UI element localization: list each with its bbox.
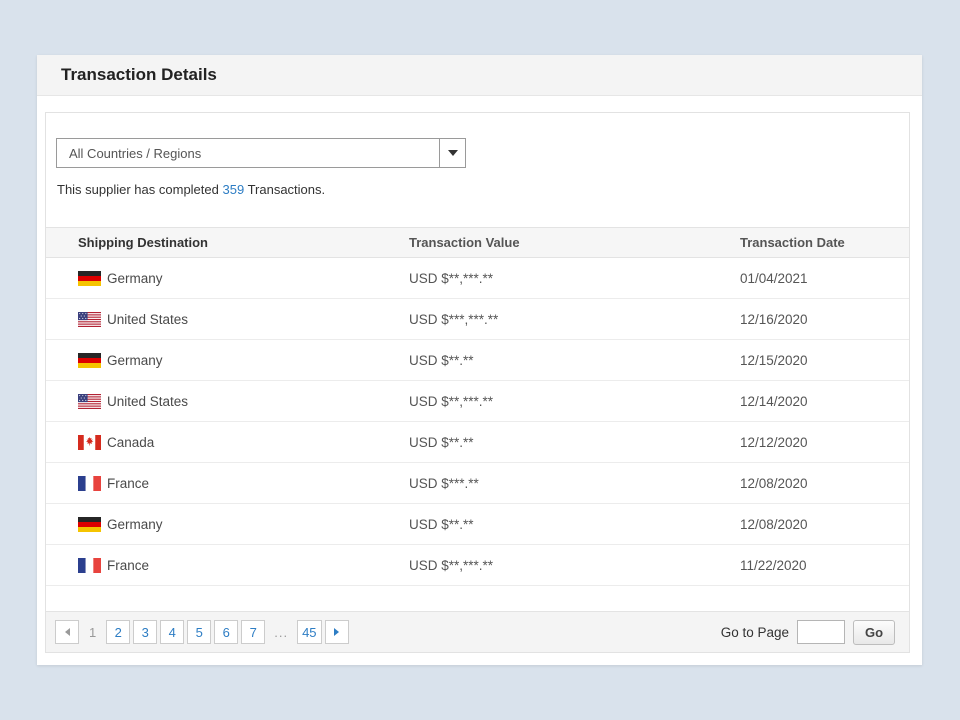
panel-header: Transaction Details [37,55,922,96]
country-flag-icon [78,558,101,573]
transaction-value: USD $***.** [409,476,740,491]
transaction-value: USD $**.** [409,517,740,532]
transaction-date: 12/08/2020 [740,476,909,491]
country-name: United States [107,394,188,409]
page-link-7[interactable]: 7 [241,620,265,644]
table-row: France USD $***.** 12/08/2020 [46,463,909,504]
transaction-value: USD $**.** [409,435,740,450]
next-page-button[interactable] [325,620,349,644]
country-flag-icon [78,312,101,327]
country-name: Germany [107,353,163,368]
country-name: United States [107,312,188,327]
current-page: 1 [89,625,96,640]
page-link-last[interactable]: 45 [297,620,321,644]
transaction-date: 12/08/2020 [740,517,909,532]
country-flag-icon [78,271,101,286]
country-flag-icon [78,517,101,532]
go-button[interactable]: Go [853,620,895,645]
country-name: Canada [107,435,154,450]
transaction-date: 01/04/2021 [740,271,909,286]
country-flag-icon [78,353,101,368]
page-link-3[interactable]: 3 [133,620,157,644]
transaction-value: USD $**,***.** [409,394,740,409]
page-link-5[interactable]: 5 [187,620,211,644]
transaction-details-panel: Transaction Details All Countries / Regi… [37,55,922,665]
country-name: Germany [107,517,163,532]
chevron-down-icon [448,150,458,156]
page-link-4[interactable]: 4 [160,620,184,644]
summary-prefix: This supplier has completed [57,182,219,197]
transaction-date: 11/22/2020 [740,558,909,573]
transaction-date: 12/15/2020 [740,353,909,368]
transaction-value: USD $**,***.** [409,271,740,286]
page-link-2[interactable]: 2 [106,620,130,644]
table-row: United States USD $***,***.** 12/16/2020 [46,299,909,340]
table-header-row: Shipping Destination Transaction Value T… [46,227,909,258]
transaction-date: 12/12/2020 [740,435,909,450]
column-header-shipping-destination: Shipping Destination [78,235,409,250]
prev-page-button[interactable] [55,620,79,644]
table-row: Canada USD $**.** 12/12/2020 [46,422,909,463]
country-flag-icon [78,476,101,491]
page-link-6[interactable]: 6 [214,620,238,644]
transaction-value: USD $**,***.** [409,558,740,573]
goto-page-input[interactable] [797,620,845,644]
table-row: Germany USD $**.** 12/15/2020 [46,340,909,381]
column-header-transaction-date: Transaction Date [740,235,909,250]
transaction-date: 12/14/2020 [740,394,909,409]
transaction-value: USD $***,***.** [409,312,740,327]
country-filter-dropdown[interactable]: All Countries / Regions [56,138,466,168]
pagination: 1 2 3 4 5 6 7 ... 45 [55,620,349,644]
panel-body: All Countries / Regions This supplier ha… [45,112,910,653]
column-header-transaction-value: Transaction Value [409,235,740,250]
prev-page-icon [65,628,70,636]
country-name: France [107,476,149,491]
goto-page-label: Go to Page [721,625,789,640]
table-row: France USD $**,***.** 11/22/2020 [46,545,909,586]
country-filter-dropdown-button[interactable] [439,139,465,167]
table-footer: 1 2 3 4 5 6 7 ... 45 Go to Page Go [46,611,909,652]
table-row: Germany USD $**,***.** 01/04/2021 [46,258,909,299]
table-row: Germany USD $**.** 12/08/2020 [46,504,909,545]
transaction-date: 12/16/2020 [740,312,909,327]
goto-page-group: Go to Page Go [721,620,895,645]
transaction-value: USD $**.** [409,353,740,368]
table-row: United States USD $**,***.** 12/14/2020 [46,381,909,422]
page-title: Transaction Details [61,65,217,85]
transactions-summary: This supplier has completed 359 Transact… [57,182,909,197]
country-name: Germany [107,271,163,286]
transactions-count: 359 [222,182,244,197]
next-page-icon [334,628,339,636]
country-flag-icon [78,435,101,450]
country-filter-value: All Countries / Regions [57,146,201,161]
country-name: France [107,558,149,573]
pagination-ellipsis: ... [274,625,288,640]
summary-suffix: Transactions. [248,182,326,197]
country-flag-icon [78,394,101,409]
